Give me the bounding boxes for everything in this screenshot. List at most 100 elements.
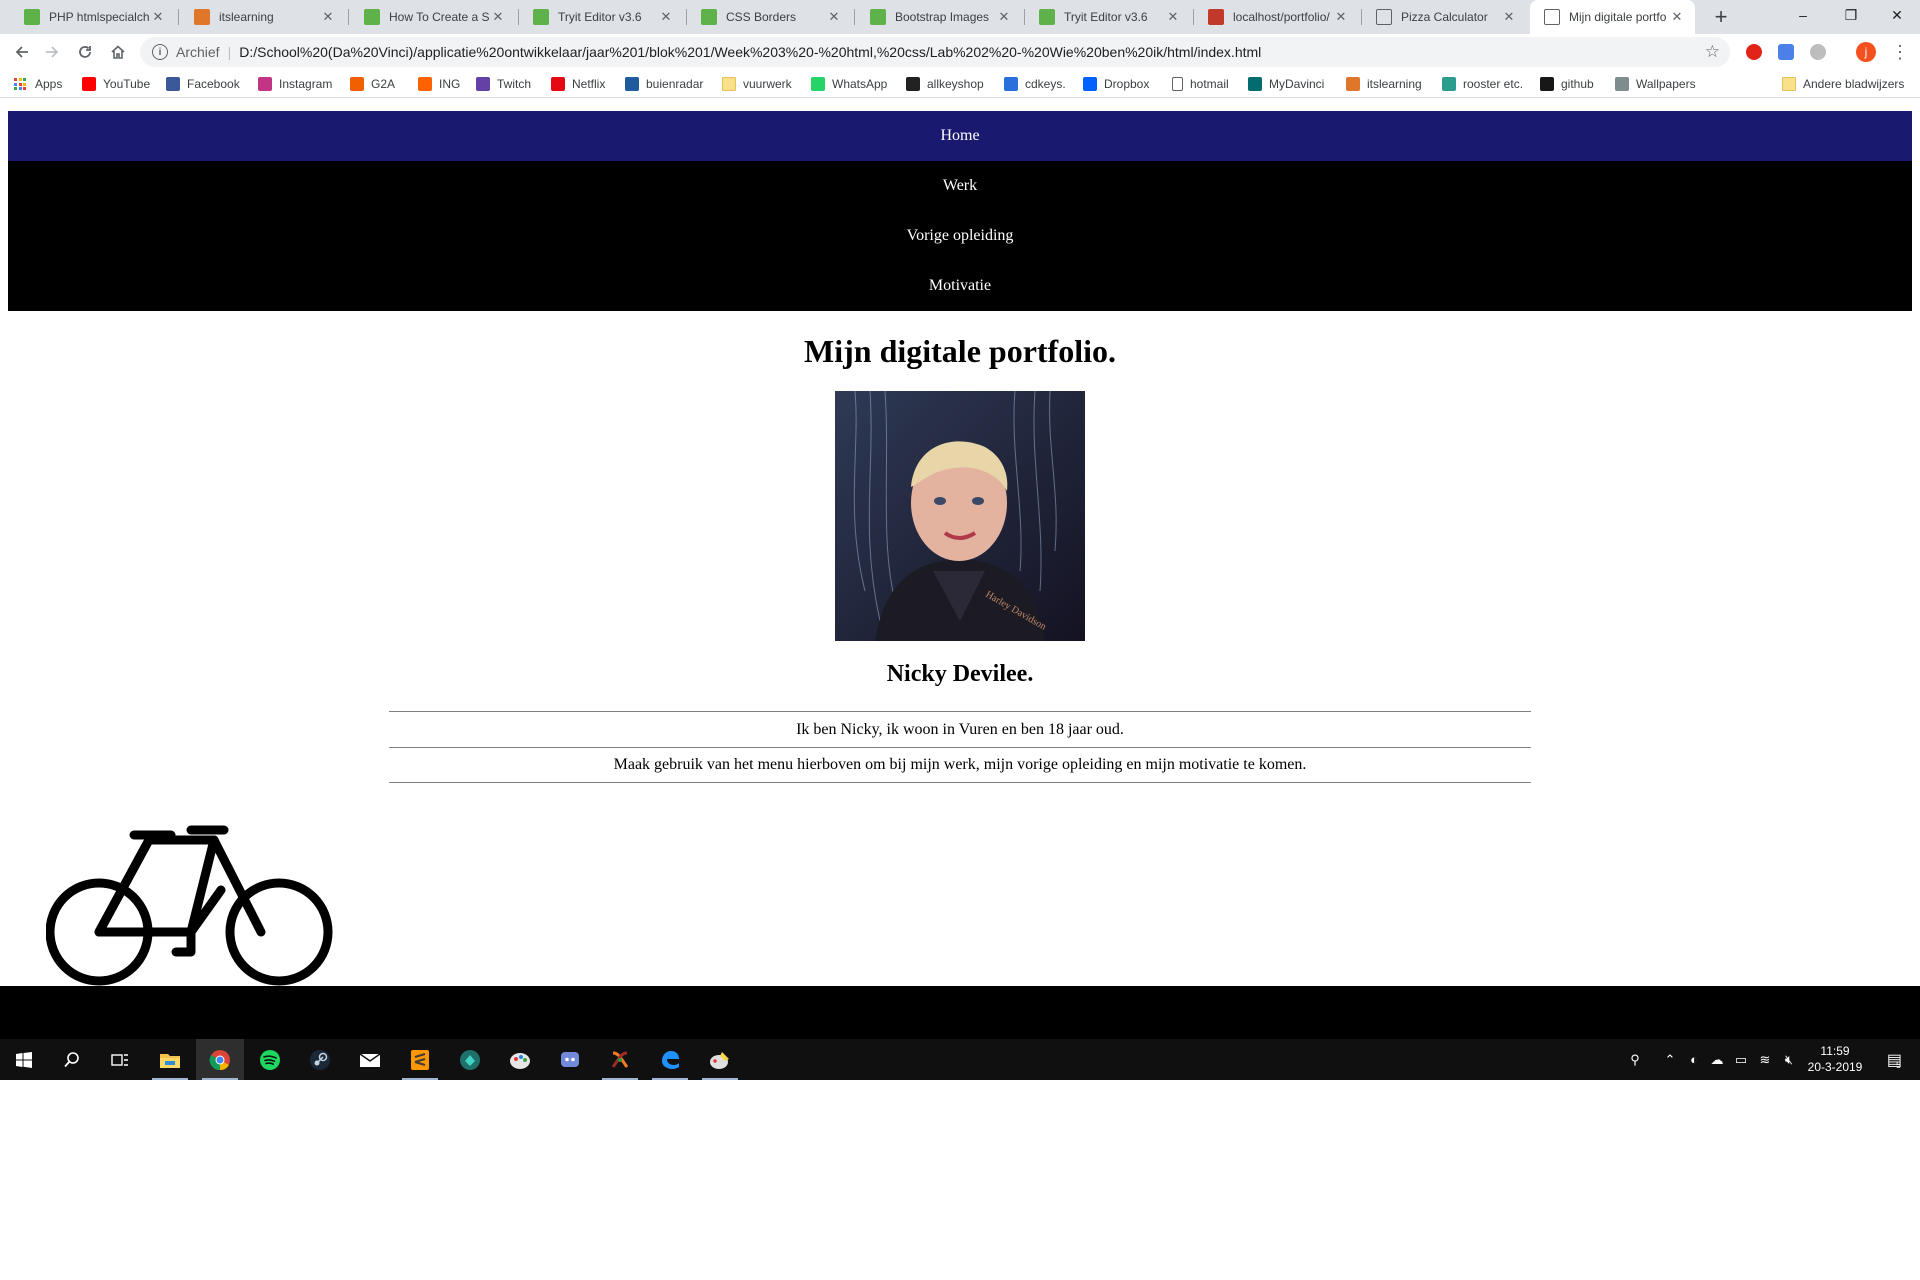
bookmark-youtube[interactable]: YouTube (82, 75, 150, 93)
extension-icon[interactable] (1810, 44, 1826, 60)
xampp-tray-icon[interactable]: ◐ (1684, 1039, 1704, 1080)
taskbar-start-button[interactable] (0, 1039, 48, 1080)
bookmark-ing[interactable]: ING (418, 75, 460, 93)
onedrive-icon[interactable]: ☁ (1706, 1039, 1728, 1080)
taskbar-file-explorer-button[interactable] (146, 1039, 194, 1080)
taskbar-spotify-button[interactable] (246, 1039, 294, 1080)
bookmark-label: YouTube (103, 77, 151, 91)
close-tab-icon[interactable]: ✕ (996, 9, 1012, 25)
reload-button[interactable] (71, 38, 99, 66)
apps-grid-icon (14, 78, 28, 90)
close-tab-icon[interactable]: ✕ (826, 9, 842, 25)
taskbar-gamepad-app-button[interactable] (446, 1039, 494, 1080)
volume-muted-icon[interactable]: 🔇︎ (1778, 1039, 1800, 1080)
close-tab-icon[interactable]: ✕ (1333, 9, 1349, 25)
bookmark-g2a[interactable]: G2A (350, 75, 395, 93)
menu-kebab-icon[interactable]: ⋮ (1886, 38, 1914, 66)
nav-home[interactable]: Home (8, 111, 1912, 161)
nav-werk[interactable]: Werk (8, 161, 1912, 211)
bookmark-instagram[interactable]: Instagram (258, 75, 332, 93)
people-icon[interactable]: ⚲ (1620, 1039, 1650, 1080)
close-tab-icon[interactable]: ✕ (658, 9, 674, 25)
taskbar-steam-button[interactable] (296, 1039, 344, 1080)
bookmark-label: Twitch (497, 77, 532, 91)
bookmark-cdkeys[interactable]: cdkeys. (1004, 75, 1066, 93)
bookmark-wallpapers[interactable]: Wallpapers (1615, 75, 1696, 93)
bookmark-buienradar[interactable]: buienradar (625, 75, 703, 93)
browser-tab[interactable]: PHP htmlspecialcha ✕ (10, 0, 176, 34)
tab-separator (348, 9, 349, 25)
browser-tab[interactable]: Bootstrap Images ✕ (856, 0, 1022, 34)
bookmark-label: Dropbox (1104, 77, 1150, 91)
close-tab-icon[interactable]: ✕ (1501, 9, 1517, 25)
bookmark-twitch[interactable]: Twitch (476, 75, 531, 93)
notifications-button[interactable]: ▤ 5 (1874, 1039, 1914, 1080)
bookmark-whatsapp[interactable]: WhatsApp (811, 75, 887, 93)
discord-icon (559, 1049, 581, 1071)
bookmark-apps[interactable]: Apps (14, 75, 62, 93)
close-tab-icon[interactable]: ✕ (320, 9, 336, 25)
w3schools-icon (364, 9, 380, 25)
opera-extension-icon[interactable] (1746, 44, 1762, 60)
browser-tab[interactable]: Tryit Editor v3.6 ✕ (519, 0, 684, 34)
taskbar-paint-brush-button[interactable] (696, 1039, 744, 1080)
browser-tab[interactable]: itslearning ✕ (180, 0, 346, 34)
minimize-button[interactable]: – (1780, 0, 1826, 30)
back-button[interactable] (8, 38, 36, 66)
battery-icon[interactable]: ▭ (1730, 1039, 1752, 1080)
bookmark-hotmail[interactable]: hotmail (1172, 75, 1229, 93)
bookmark-netflix[interactable]: Netflix (551, 75, 605, 93)
netflix-icon (551, 77, 565, 91)
bookmark-star-icon[interactable]: ☆ (1705, 42, 1720, 62)
bookmark-dropbox[interactable]: Dropbox (1083, 75, 1149, 93)
new-tab-button[interactable]: + (1708, 4, 1734, 30)
chevron-up-icon[interactable]: ⌃ (1660, 1039, 1680, 1080)
browser-tab[interactable]: Mijn digitale portfo ✕ (1530, 0, 1695, 34)
taskbar-paint-button[interactable] (496, 1039, 544, 1080)
bookmark-rooster-etc[interactable]: rooster etc. (1442, 75, 1523, 93)
folder-icon (722, 77, 736, 91)
browser-tab[interactable]: How To Create a Si ✕ (350, 0, 516, 34)
home-icon (111, 45, 125, 59)
bookmark-github[interactable]: github (1540, 75, 1594, 93)
taskbar-chrome-button[interactable] (196, 1039, 244, 1080)
address-bar[interactable]: i Archief | D:/School%20(Da%20Vinci)/app… (140, 37, 1730, 67)
wifi-icon[interactable]: ≋ (1754, 1039, 1776, 1080)
close-window-button[interactable]: ✕ (1874, 0, 1920, 30)
info-row: Ik ben Nicky, ik woon in Vuren en ben 18… (389, 711, 1531, 747)
taskbar-mail-button[interactable] (346, 1039, 394, 1080)
close-tab-icon[interactable]: ✕ (1165, 9, 1181, 25)
bookmark-itslearning[interactable]: itslearning (1346, 75, 1422, 93)
bookmark-label: ING (439, 77, 461, 91)
browser-tab[interactable]: CSS Borders ✕ (687, 0, 852, 34)
taskbar-discord-button[interactable] (546, 1039, 594, 1080)
home-button[interactable] (104, 38, 132, 66)
close-tab-icon[interactable]: ✕ (1669, 9, 1685, 25)
nav-motivatie[interactable]: Motivatie (8, 261, 1912, 311)
taskbar-edge-button[interactable] (646, 1039, 694, 1080)
cast-extension-icon[interactable] (1778, 44, 1794, 60)
forward-button[interactable] (38, 38, 66, 66)
url-text[interactable]: D:/School%20(Da%20Vinci)/applicatie%20on… (239, 44, 1261, 60)
w3schools-icon (1039, 9, 1055, 25)
bookmark-vuurwerk[interactable]: vuurwerk (722, 75, 792, 93)
taskbar-xampp-button[interactable] (596, 1039, 644, 1080)
clock[interactable]: 11:59 20-3-2019 (1800, 1043, 1870, 1075)
bookmark-label: cdkeys. (1025, 77, 1066, 91)
browser-tab[interactable]: Tryit Editor v3.6 ✕ (1025, 0, 1191, 34)
taskbar-sublime-text-button[interactable] (396, 1039, 444, 1080)
bookmark-andere-bladwijzers[interactable]: Andere bladwijzers (1782, 75, 1904, 93)
restore-button[interactable]: ❐ (1828, 0, 1874, 30)
bookmark-allkeyshop[interactable]: allkeyshop (906, 75, 984, 93)
nav-vorige-opleiding[interactable]: Vorige opleiding (8, 211, 1912, 261)
profile-avatar[interactable]: j (1856, 42, 1876, 62)
close-tab-icon[interactable]: ✕ (490, 9, 506, 25)
bookmark-mydavinci[interactable]: MyDavinci (1248, 75, 1324, 93)
bookmark-facebook[interactable]: Facebook (166, 75, 240, 93)
taskbar-search-button[interactable] (48, 1039, 96, 1080)
browser-tab[interactable]: Pizza Calculator ✕ (1362, 0, 1527, 34)
browser-tab[interactable]: localhost/portfolio/✕ (1194, 0, 1359, 34)
info-icon[interactable]: i (152, 44, 168, 60)
close-tab-icon[interactable]: ✕ (150, 9, 166, 25)
taskbar-task-view-button[interactable] (96, 1039, 144, 1080)
